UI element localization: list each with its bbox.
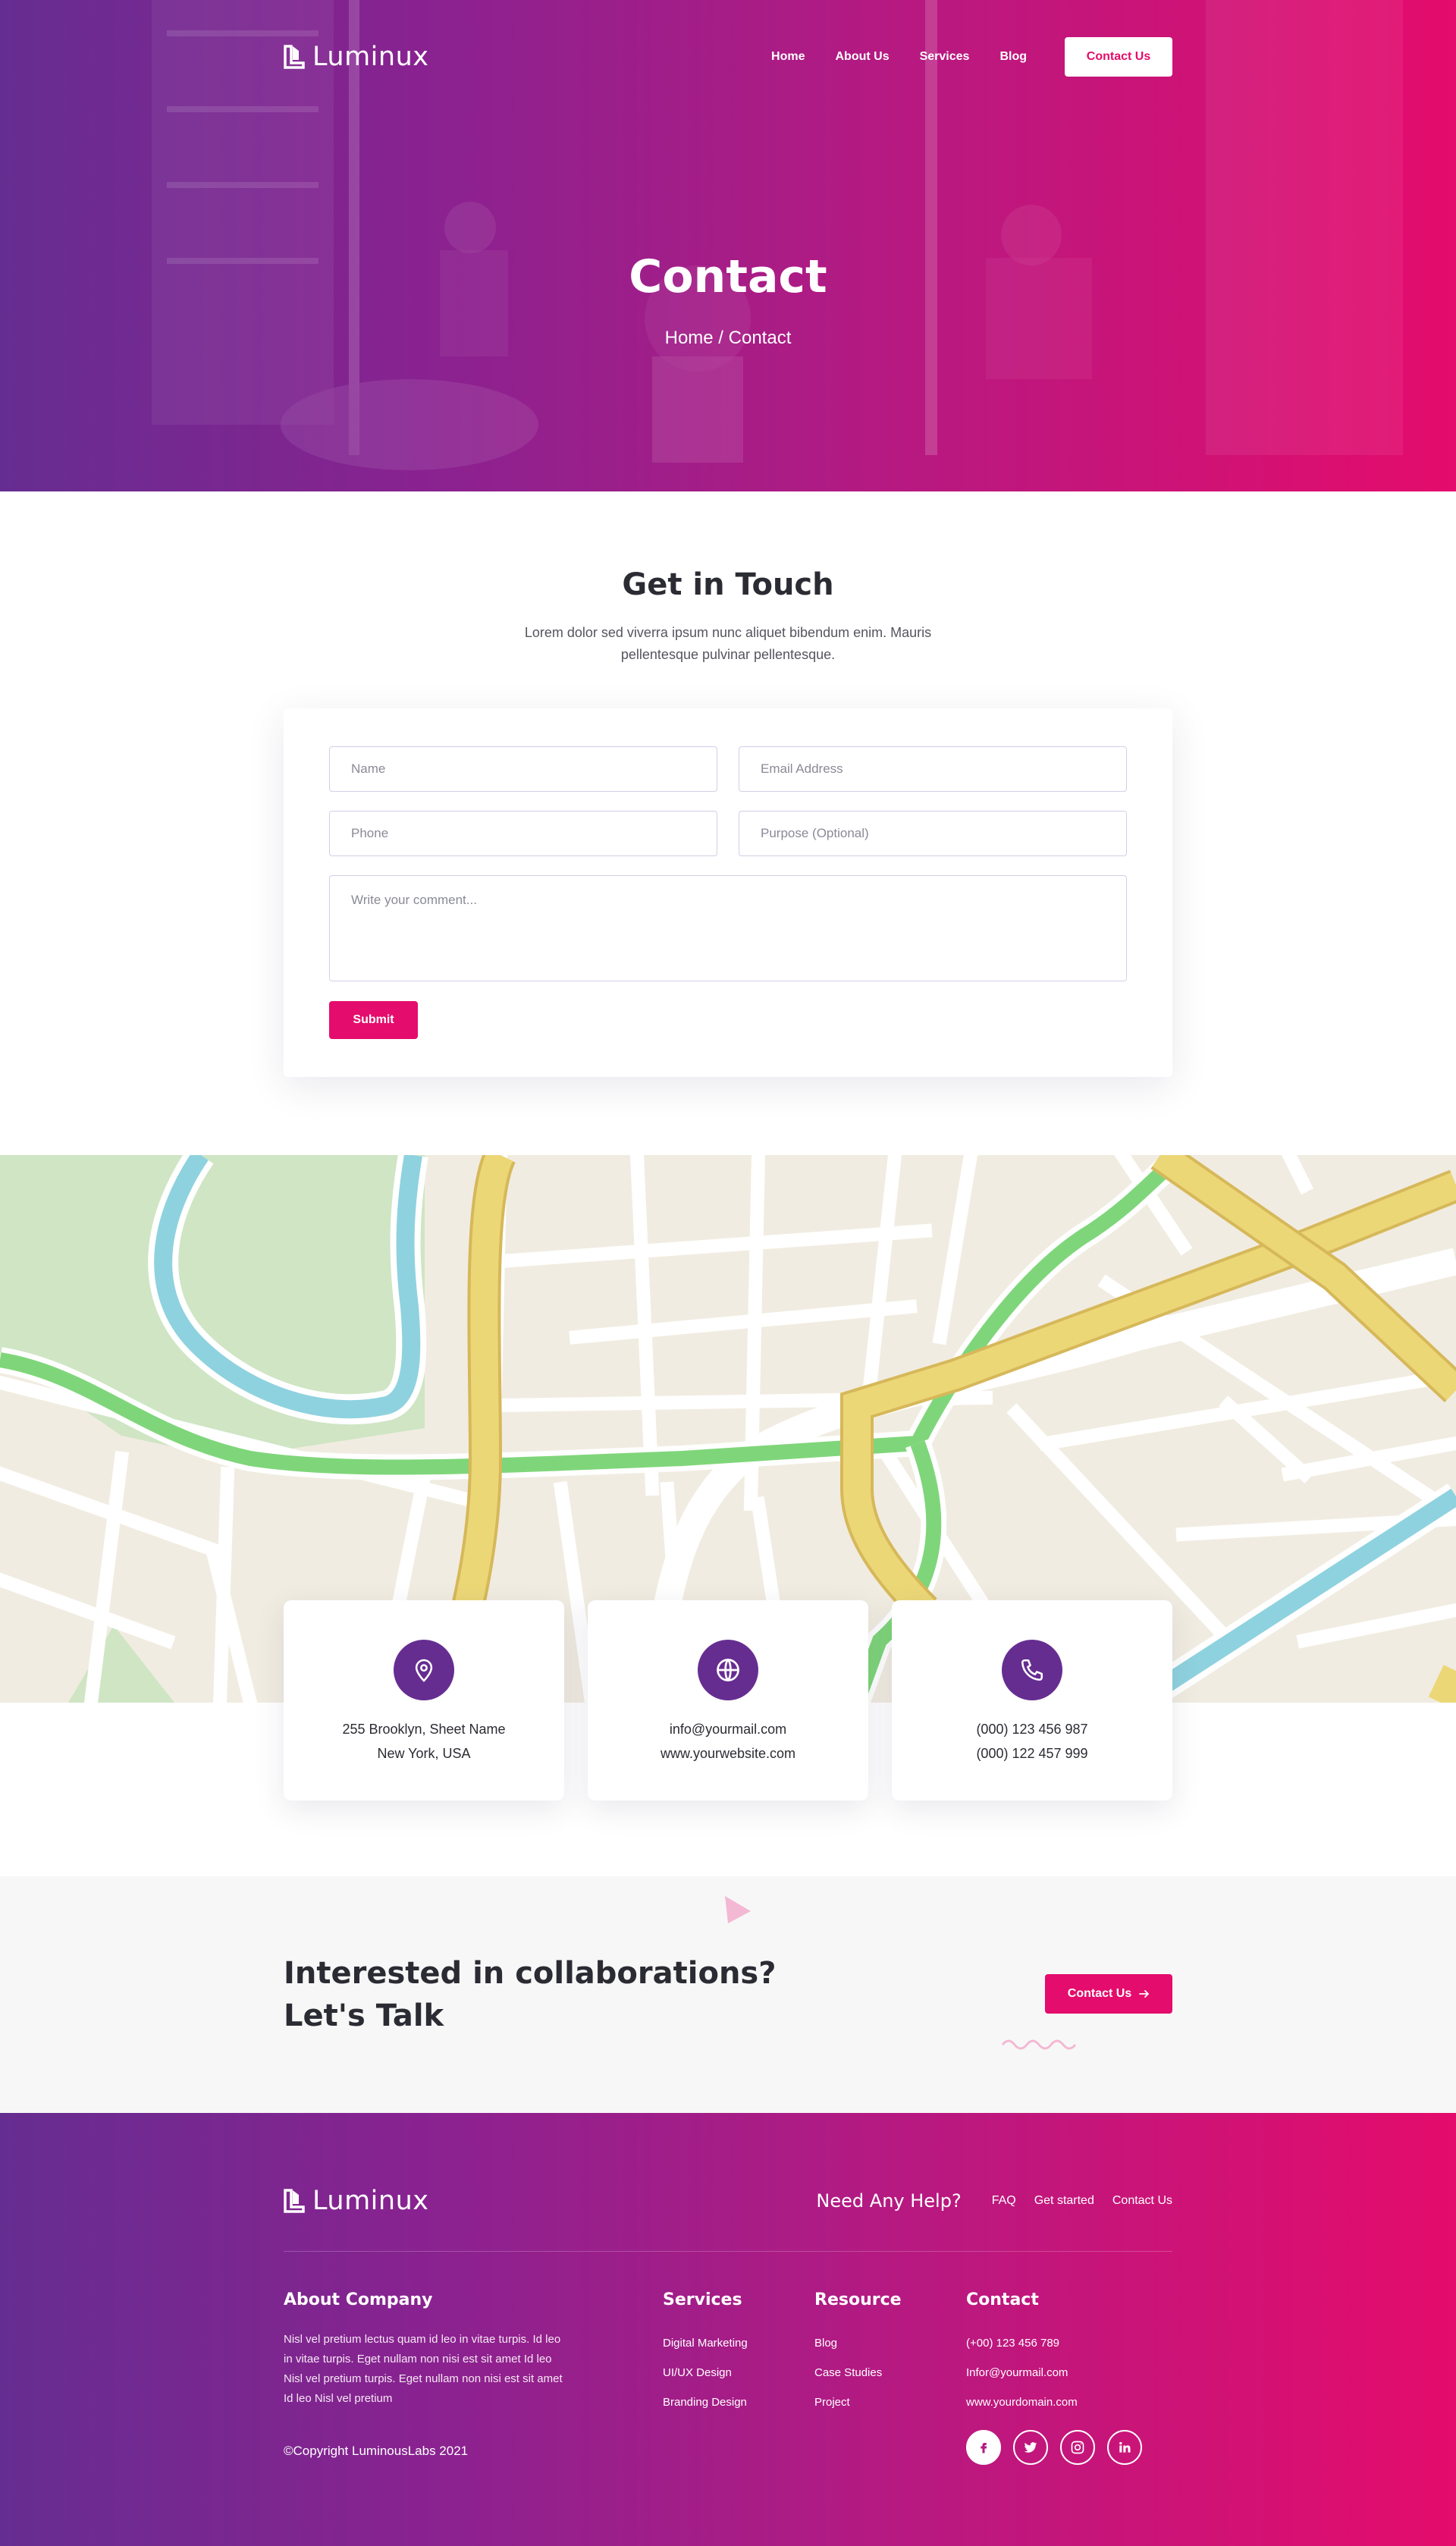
nav-item-blog[interactable]: Blog (999, 50, 1027, 64)
footer-help: Need Any Help? FAQ Get started Contact U… (816, 2190, 1172, 2212)
resource-list: Blog Case Studies Project (814, 2328, 882, 2417)
footer-phone[interactable]: (+00) 123 456 789 (966, 2328, 1078, 2358)
linkedin-icon[interactable] (1107, 2430, 1142, 2465)
footer-link-ui-ux-design[interactable]: UI/UX Design (663, 2358, 748, 2387)
social-links (966, 2430, 1142, 2465)
twitter-icon[interactable] (1013, 2430, 1048, 2465)
triangle-decoration-icon (725, 1896, 751, 1923)
get-in-touch-subtitle: Lorem dolor sed viverra ipsum nunc aliqu… (524, 625, 932, 662)
phone-icon (1002, 1640, 1062, 1700)
help-title: Need Any Help? (816, 2190, 962, 2212)
about-company-text: Nisl vel pretium lectus quam id leo in v… (284, 2333, 563, 2405)
comment-field[interactable] (329, 875, 1127, 981)
name-field[interactable] (329, 746, 717, 792)
copyright: ©Copyright LuminousLabs 2021 (284, 2444, 469, 2458)
get-in-touch-title: Get in Touch (622, 567, 834, 602)
phone-number-2[interactable]: (000) 122 457 999 (892, 1741, 1172, 1766)
nav-item-home[interactable]: Home (771, 50, 805, 64)
footer: Luminux Need Any Help? FAQ Get started C… (0, 2113, 1456, 2546)
nav-links: Home About Us Services Blog Contact Us (771, 37, 1172, 77)
footer-brand-logo[interactable]: Luminux (284, 2186, 428, 2216)
footer-website[interactable]: www.yourdomain.com (966, 2387, 1078, 2417)
resource-title: Resource (814, 2290, 902, 2309)
footer-link-digital-marketing[interactable]: Digital Marketing (663, 2328, 748, 2358)
address-line-2: New York, USA (377, 1746, 471, 1761)
footer-logo-mark-icon (284, 2189, 305, 2213)
breadcrumb-home-link[interactable]: Home (665, 328, 714, 348)
brand-logo[interactable]: Luminux (284, 42, 428, 72)
footer-email[interactable]: Infor@yourmail.com (966, 2358, 1078, 2387)
email-link[interactable]: info@yourmail.com (588, 1717, 868, 1741)
facebook-icon[interactable] (966, 2430, 1001, 2465)
help-link-get-started[interactable]: Get started (1034, 2194, 1094, 2208)
footer-link-project[interactable]: Project (814, 2387, 882, 2417)
breadcrumb-separator: / (713, 328, 729, 348)
footer-divider (284, 2251, 1172, 2252)
phone-card: (000) 123 456 987 (000) 122 457 999 (892, 1600, 1172, 1800)
about-company-title: About Company (284, 2290, 433, 2309)
location-pin-icon (394, 1640, 454, 1700)
cta-title-line-1: Interested in collaborations? (284, 1956, 777, 1991)
submit-button[interactable]: Submit (329, 1001, 418, 1039)
cta-title-line-2: Let's Talk (284, 1998, 444, 2033)
breadcrumb: Home / Contact (0, 328, 1456, 349)
phone-field[interactable] (329, 811, 717, 856)
phone-number-1[interactable]: (000) 123 456 987 (892, 1717, 1172, 1741)
footer-link-branding-design[interactable]: Branding Design (663, 2387, 748, 2417)
wave-decoration-icon (1001, 2039, 1077, 2050)
contact-form: Submit (284, 708, 1172, 1077)
cta-title: Interested in collaborations? Let's Talk (284, 1952, 776, 2037)
collaboration-cta: Interested in collaborations? Let's Talk… (0, 1876, 1456, 2113)
instagram-icon[interactable] (1060, 2430, 1095, 2465)
arrow-right-icon (1139, 1990, 1150, 1998)
email-field[interactable] (739, 746, 1127, 792)
nav-contact-button[interactable]: Contact Us (1065, 37, 1172, 77)
website-link[interactable]: www.yourwebsite.com (588, 1741, 868, 1766)
contact-list: (+00) 123 456 789 Infor@yourmail.com www… (966, 2328, 1078, 2417)
purpose-field[interactable] (739, 811, 1127, 856)
services-title: Services (663, 2290, 742, 2309)
hero-section: Luminux Home About Us Services Blog Cont… (0, 0, 1456, 491)
footer-link-blog[interactable]: Blog (814, 2328, 882, 2358)
cta-contact-label: Contact Us (1067, 1987, 1132, 2000)
address-card: 255 Brooklyn, Sheet Name New York, USA (284, 1600, 564, 1800)
brand-name: Luminux (312, 42, 429, 72)
footer-link-case-studies[interactable]: Case Studies (814, 2358, 882, 2387)
nav-item-services[interactable]: Services (920, 50, 970, 64)
help-link-contact-us[interactable]: Contact Us (1112, 2194, 1172, 2208)
top-navigation: Luminux Home About Us Services Blog Cont… (284, 36, 1172, 77)
page-title: Contact (629, 250, 827, 303)
breadcrumb-current: Contact (728, 328, 792, 348)
contact-title: Contact (966, 2290, 1039, 2309)
web-card: info@yourmail.com www.yourwebsite.com (588, 1600, 868, 1800)
logo-mark-icon (284, 45, 305, 69)
services-list: Digital Marketing UI/UX Design Branding … (663, 2328, 748, 2417)
nav-item-about-us[interactable]: About Us (836, 50, 890, 64)
help-link-faq[interactable]: FAQ (992, 2194, 1016, 2208)
globe-icon (698, 1640, 758, 1700)
footer-brand-name: Luminux (312, 2186, 429, 2216)
cta-contact-button[interactable]: Contact Us (1045, 1974, 1172, 2014)
address-line-1: 255 Brooklyn, Sheet Name (342, 1722, 506, 1737)
